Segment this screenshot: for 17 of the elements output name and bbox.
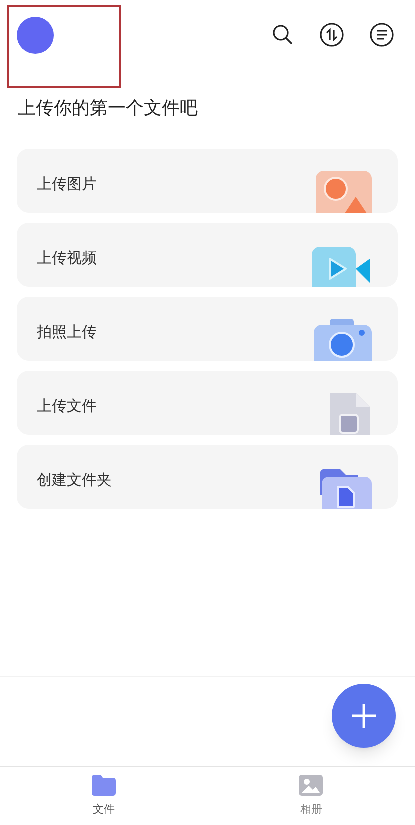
sort-icon[interactable] [320, 23, 344, 47]
image-icon [314, 169, 374, 213]
upload-option[interactable]: 上传图片 [17, 149, 398, 213]
tab[interactable]: 文件 [0, 767, 208, 825]
image-icon [299, 774, 324, 796]
search-icon[interactable] [272, 24, 294, 46]
plus-icon [351, 703, 377, 729]
upload-option[interactable]: 上传视频 [17, 223, 398, 287]
menu-icon[interactable] [370, 23, 394, 47]
avatar[interactable] [17, 16, 54, 54]
upload-option[interactable]: 拍照上传 [17, 297, 398, 361]
upload-option[interactable]: 上传文件 [17, 371, 398, 435]
upload-option[interactable]: 创建文件夹 [17, 445, 398, 509]
tab[interactable]: 相册 [208, 767, 415, 825]
camera-icon [312, 317, 374, 361]
folder-icon [92, 774, 116, 796]
section-heading: 上传你的第一个文件吧 [17, 97, 199, 121]
